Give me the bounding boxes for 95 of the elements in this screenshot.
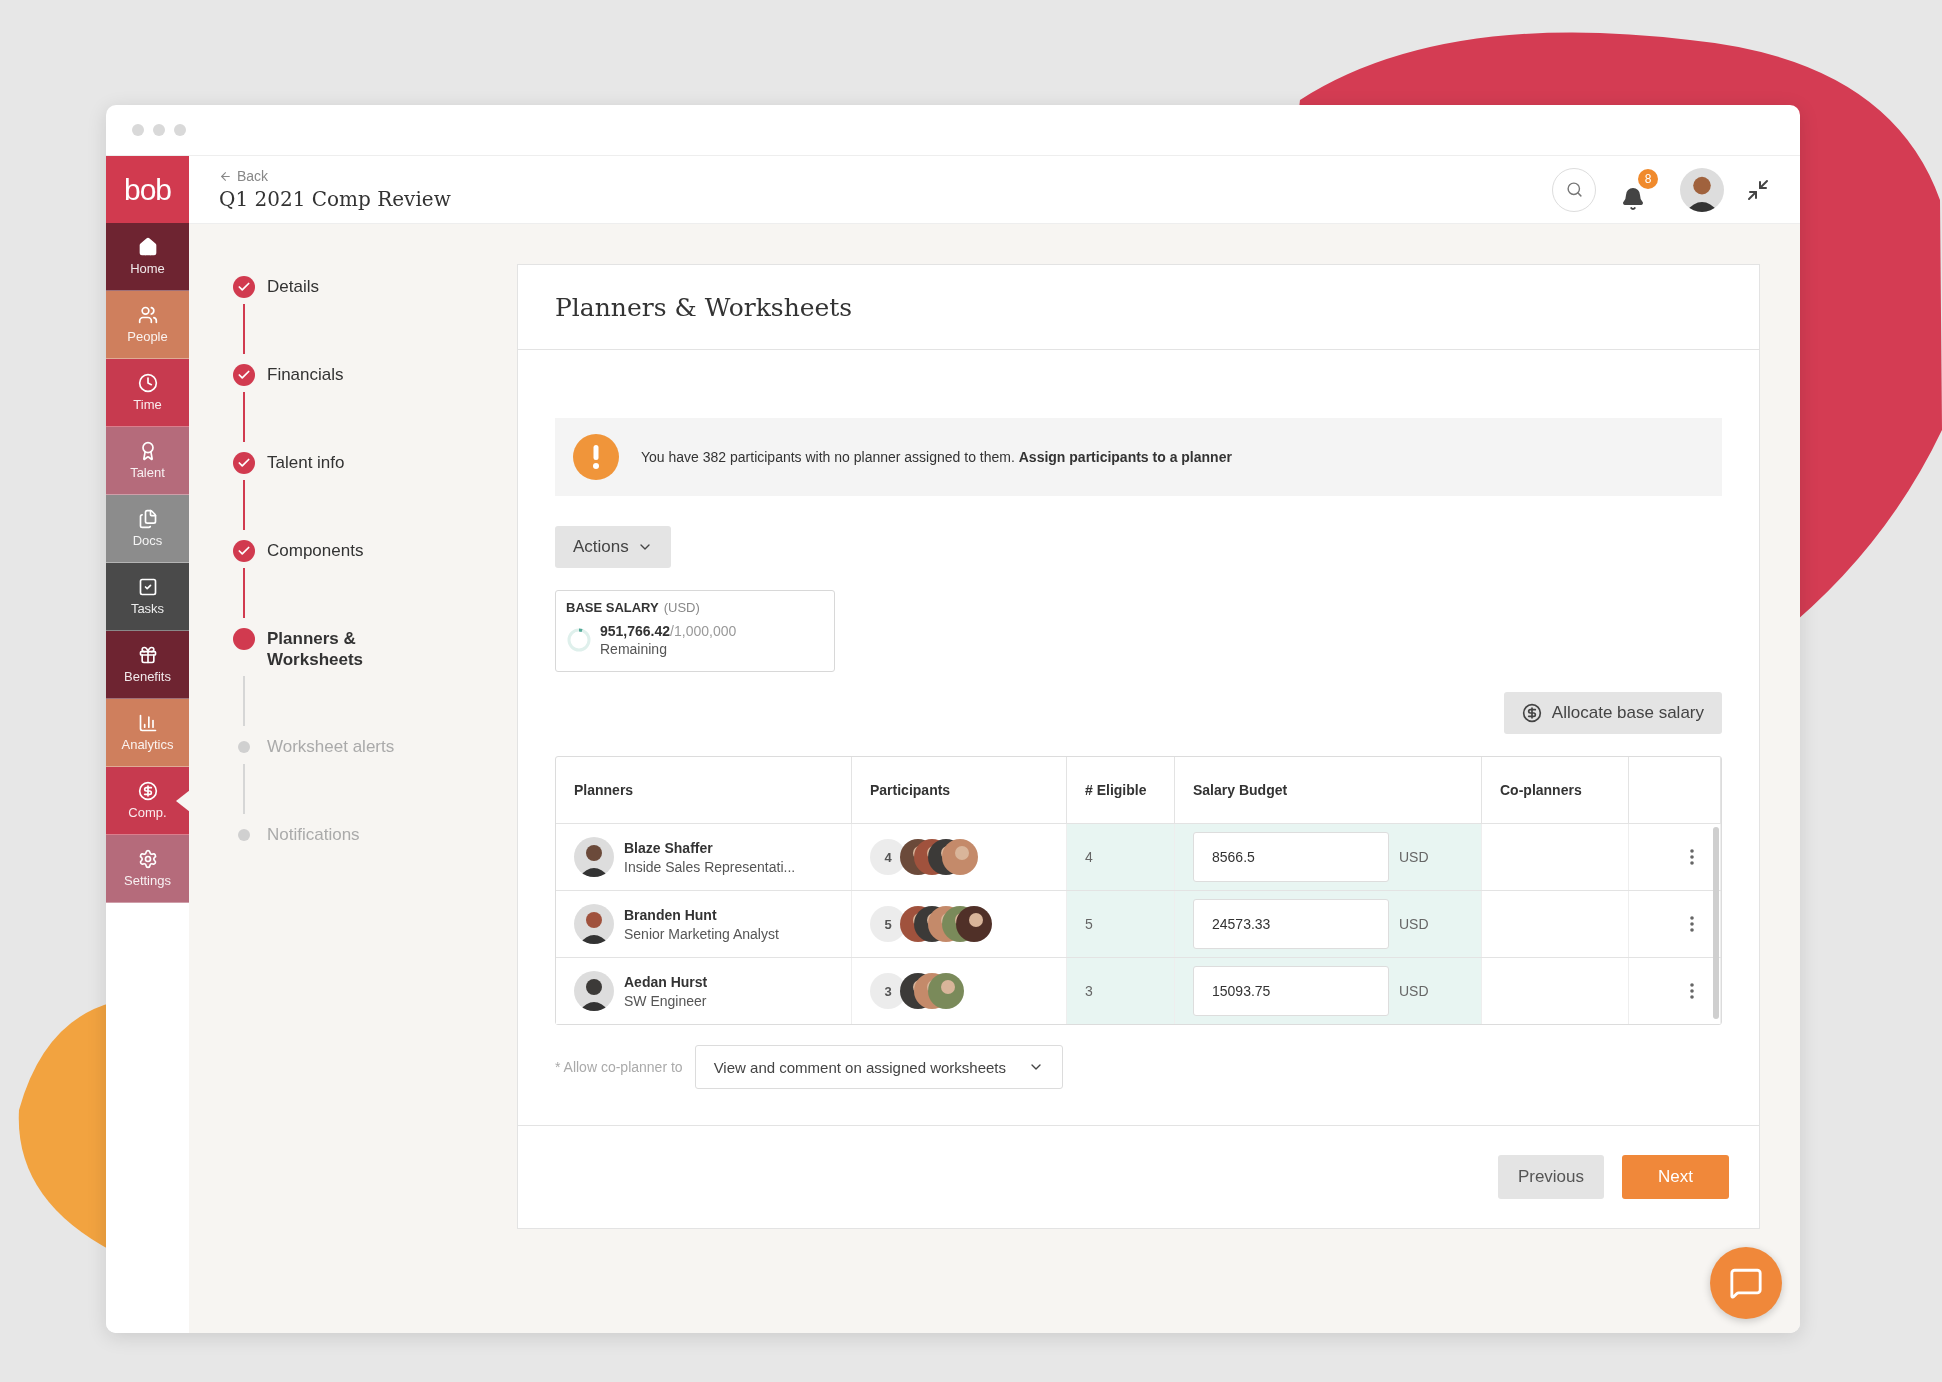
allocate-button[interactable]: Allocate base salary — [1503, 692, 1722, 734]
sidebar-label: Comp. — [128, 805, 167, 820]
participant-avatars — [900, 973, 964, 1009]
sidebar-item[interactable]: Home — [106, 223, 189, 291]
sidebar-item[interactable]: Tasks — [106, 563, 189, 631]
dollar-coin-icon — [1521, 703, 1542, 723]
bell-icon — [1621, 186, 1645, 211]
planner-role: Inside Sales Representati... — [624, 858, 796, 875]
step-label[interactable]: Details — [267, 276, 397, 297]
sidebar-label: Home — [130, 261, 165, 276]
sidebar-label: Time — [133, 397, 162, 412]
people-icon — [137, 305, 158, 325]
column-header: Salary Budget — [1175, 757, 1482, 823]
more-menu-button[interactable] — [1690, 916, 1694, 932]
warning-icon — [573, 434, 619, 480]
sidebar-label: Tasks — [130, 601, 165, 616]
coplanner-label: * Allow co-planner to — [555, 1059, 683, 1075]
sidebar-item[interactable]: Settings — [106, 835, 189, 903]
column-header: # Eligible — [1067, 757, 1175, 823]
sidebar-item[interactable]: Comp. — [106, 767, 189, 835]
sidebar-item[interactable]: Talent — [106, 427, 189, 495]
gift-icon — [137, 645, 158, 665]
collapse-button[interactable] — [1746, 177, 1770, 202]
table-cell: 3 — [1067, 958, 1175, 1024]
actions-dropdown[interactable]: Actions — [555, 526, 671, 568]
warning-message: You have 382 participants with no planner assigned to them. Assign participants to a planner — [641, 449, 1232, 465]
currency-label: USD — [1399, 916, 1429, 932]
step-connector — [243, 764, 245, 814]
more-menu-button[interactable] — [1690, 849, 1694, 865]
more-menu-button[interactable] — [1690, 983, 1694, 999]
currency-label: USD — [1399, 983, 1429, 999]
sidebar-label: Talent — [130, 465, 165, 480]
column-header: Planners — [556, 757, 852, 823]
home-icon — [137, 237, 158, 257]
budget-input[interactable]: 15093.75 — [1193, 966, 1389, 1016]
table-cell: 4 — [1067, 824, 1175, 890]
step-label[interactable]: Talent info — [267, 452, 397, 473]
step-label[interactable]: Planners & Worksheets — [267, 628, 397, 670]
step-connector — [243, 568, 245, 618]
budget-caption: Remaining — [600, 641, 668, 657]
back-link[interactable]: Back — [219, 168, 1552, 184]
sidebar-item[interactable]: Benefits — [106, 631, 189, 699]
arrow-left-icon — [219, 169, 232, 183]
settings-icon — [137, 849, 158, 869]
planner-name: Aedan Hurst — [624, 973, 708, 990]
step-connector — [243, 676, 245, 726]
sidebar-item[interactable]: Time — [106, 359, 189, 427]
planner-name: Branden Hunt — [624, 906, 718, 923]
step-connector — [243, 392, 245, 442]
checkbox-icon — [137, 577, 158, 597]
planner-role: Senior Marketing Analyst — [624, 925, 779, 942]
currency-label: USD — [1399, 849, 1429, 865]
planner-avatar — [574, 971, 614, 1011]
sidebar-label: Settings — [124, 873, 171, 888]
budget-unit: (USD) — [663, 600, 700, 615]
coplanner-dropdown[interactable]: View and comment on assigned worksheets — [694, 1045, 1064, 1089]
step-connector — [243, 304, 245, 354]
planner-role: SW Engineer — [624, 992, 708, 1009]
collapse-icon — [1746, 177, 1770, 202]
planner-avatar — [574, 904, 614, 944]
step-label[interactable]: Financials — [267, 364, 397, 385]
sidebar-label: Benefits — [124, 669, 171, 684]
more-vertical-icon — [1690, 916, 1694, 932]
window-dot — [174, 124, 186, 136]
step-label[interactable]: Components — [267, 540, 397, 561]
budget-input[interactable]: 8566.5 — [1193, 832, 1389, 882]
documents-icon — [137, 509, 158, 529]
window-dot — [132, 124, 144, 136]
more-vertical-icon — [1690, 849, 1694, 865]
sidebar-label: Docs — [132, 533, 163, 548]
budget-amount: 951,766.42/1,000,000 — [600, 623, 737, 639]
step-connector — [243, 480, 245, 530]
column-header: Participants — [852, 757, 1067, 823]
bar-chart-icon — [137, 713, 158, 733]
sidebar-label: Analytics — [121, 737, 174, 752]
search-icon — [1565, 181, 1583, 198]
previous-button[interactable]: Previous — [1497, 1155, 1605, 1199]
page-title: Q1 2021 Comp Review — [219, 187, 452, 211]
table-cell: 5 — [1067, 891, 1175, 957]
card-title: Planners & Worksheets — [555, 292, 853, 322]
window-dot — [153, 124, 165, 136]
sidebar-label: People — [127, 329, 168, 344]
column-header: Co-planners — [1482, 757, 1629, 823]
chat-icon — [1729, 1266, 1763, 1300]
budget-input[interactable]: 24573.33 — [1193, 899, 1389, 949]
logo[interactable]: bob — [106, 156, 189, 223]
scrollbar[interactable] — [1713, 827, 1719, 1019]
notification-badge: 8 — [1638, 168, 1658, 189]
planner-name: Blaze Shaffer — [624, 839, 714, 856]
planner-avatar — [574, 837, 614, 877]
more-vertical-icon — [1690, 983, 1694, 999]
user-avatar — [1680, 167, 1724, 212]
dollar-icon — [137, 781, 158, 801]
budget-label: BASE SALARY — [566, 600, 659, 615]
clock-icon — [137, 373, 158, 393]
